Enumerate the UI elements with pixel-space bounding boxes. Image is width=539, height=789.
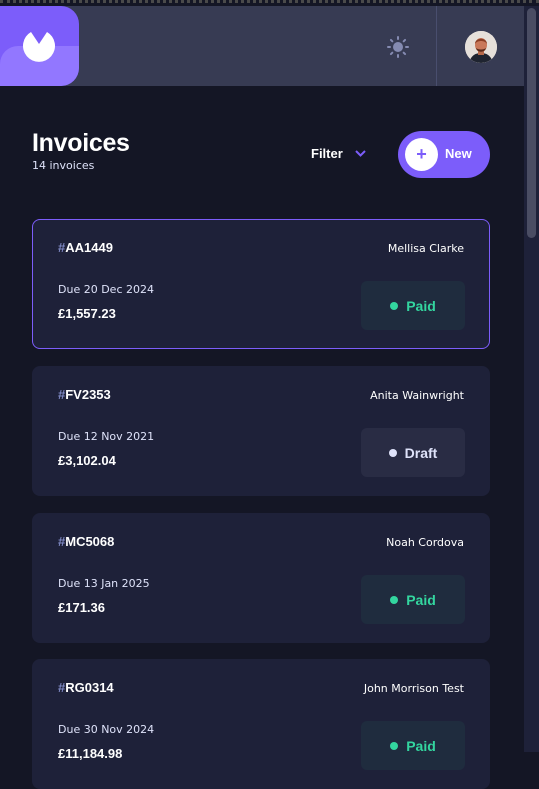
top-app-bar [0, 6, 524, 86]
new-button-label: New [445, 146, 472, 161]
status-label: Paid [406, 591, 436, 608]
status-dot [390, 741, 399, 750]
page-title: Invoices [32, 129, 130, 157]
status-label: Draft [404, 444, 438, 461]
user-avatar[interactable] [465, 31, 497, 63]
due-date: Due 30 Nov 2024 [58, 723, 155, 736]
scrollbar-thumb[interactable] [527, 8, 536, 238]
new-invoice-button[interactable]: + New [398, 131, 490, 178]
status-badge: Paid [361, 575, 465, 624]
status-dot [388, 448, 397, 457]
chevron-down-icon [355, 150, 366, 157]
avatar-image [465, 31, 497, 63]
status-dot [390, 301, 399, 310]
status-label: Paid [406, 297, 436, 314]
status-label: Paid [406, 737, 436, 754]
due-date: Due 12 Nov 2021 [58, 430, 155, 443]
invoice-id: #RG0314 [58, 680, 114, 695]
invoice-card[interactable]: #MC5068 Noah Cordova Due 13 Jan 2025 £17… [32, 513, 490, 643]
status-badge: Draft [361, 428, 465, 477]
topbar-divider [436, 6, 437, 86]
app-viewport: Invoices 14 invoices Filter + New #AA144… [0, 0, 539, 789]
due-date: Due 20 Dec 2024 [58, 283, 154, 296]
due-date: Due 13 Jan 2025 [58, 577, 150, 590]
invoice-count: 14 invoices [32, 159, 95, 172]
invoice-amount: £171.36 [58, 600, 105, 615]
logo-icon [23, 32, 55, 62]
filter-label: Filter [311, 146, 343, 161]
plus-icon: + [405, 138, 438, 171]
invoice-id: #FV2353 [58, 387, 111, 402]
logo[interactable] [0, 6, 79, 86]
invoice-amount: £3,102.04 [58, 453, 116, 468]
invoice-id: #AA1449 [58, 240, 113, 255]
client-name: Anita Wainwright [370, 389, 464, 402]
invoice-card[interactable]: #AA1449 Mellisa Clarke Due 20 Dec 2024 £… [32, 219, 490, 349]
client-name: Mellisa Clarke [387, 242, 464, 255]
filter-dropdown[interactable]: Filter [311, 146, 366, 161]
status-badge: Paid [361, 281, 465, 330]
status-dot [390, 595, 399, 604]
client-name: Noah Cordova [386, 536, 464, 549]
invoice-amount: £11,184.98 [58, 746, 123, 761]
invoice-card[interactable]: #FV2353 Anita Wainwright Due 12 Nov 2021… [32, 366, 490, 496]
invoice-card[interactable]: #RG0314 John Morrison Test Due 30 Nov 20… [32, 659, 490, 789]
invoice-id: #MC5068 [58, 534, 115, 549]
sun-icon[interactable] [386, 35, 410, 59]
client-name: John Morrison Test [363, 682, 464, 695]
invoice-amount: £1,557.23 [58, 306, 116, 321]
scrollbar[interactable] [524, 6, 539, 752]
status-badge: Paid [361, 721, 465, 770]
